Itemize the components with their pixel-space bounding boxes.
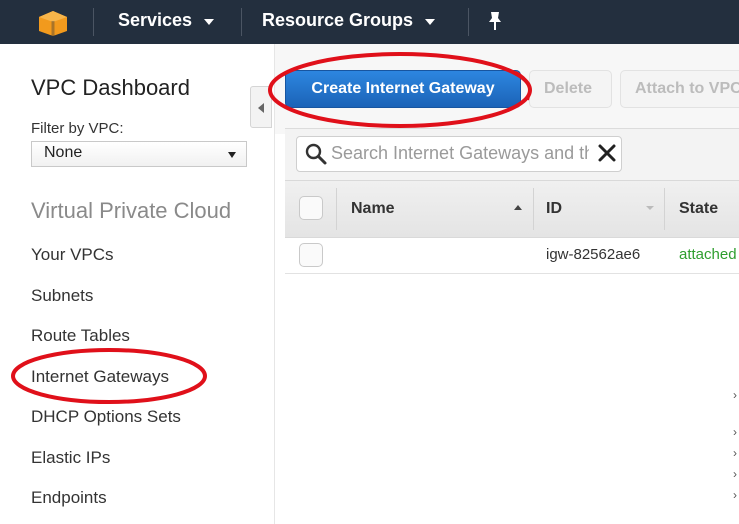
sidebar-item-elastic-ips[interactable]: Elastic IPs: [31, 448, 110, 468]
resource-groups-menu[interactable]: Resource Groups: [262, 10, 436, 31]
nav-divider: [241, 8, 242, 36]
details-pane-edge-glyph: ›: [733, 446, 737, 460]
details-pane-edge-glyph: ›: [733, 425, 737, 439]
column-header-name[interactable]: Name: [351, 200, 395, 218]
filter-by-vpc-select[interactable]: None: [31, 141, 247, 167]
details-pane-edge-glyph: ›: [733, 488, 737, 502]
aws-cube-logo-icon[interactable]: [34, 9, 72, 37]
services-menu[interactable]: Services: [118, 10, 215, 31]
row-id-cell: igw-82562ae6: [546, 246, 641, 263]
column-divider: [664, 188, 665, 230]
search-icon: [305, 143, 327, 165]
details-pane-edge-glyph: ›: [733, 388, 737, 402]
row-state-cell: attached: [679, 246, 737, 263]
select-all-checkbox[interactable]: [299, 196, 323, 220]
sort-ascending-icon[interactable]: [514, 205, 522, 210]
sidebar-item-your-vpcs[interactable]: Your VPCs: [31, 245, 114, 265]
column-header-id[interactable]: ID: [546, 200, 562, 218]
table-row[interactable]: [285, 238, 739, 274]
filter-by-vpc-value: None: [44, 144, 83, 161]
sidebar-title: VPC Dashboard: [31, 75, 190, 100]
column-header-state[interactable]: State: [679, 200, 718, 218]
resource-groups-label: Resource Groups: [262, 10, 414, 30]
services-label: Services: [118, 10, 193, 30]
annotation-circle-internet-gateways: [11, 348, 207, 404]
pin-icon[interactable]: [486, 10, 504, 32]
sidebar-item-dhcp-options-sets[interactable]: DHCP Options Sets: [31, 407, 181, 427]
chevron-down-icon: [204, 18, 215, 25]
sidebar-item-subnets[interactable]: Subnets: [31, 286, 93, 306]
chevron-left-icon: [258, 103, 264, 113]
attach-to-vpc-button[interactable]: Attach to VPC: [620, 70, 739, 108]
column-divider: [533, 188, 534, 230]
column-divider: [336, 188, 337, 230]
nav-divider: [93, 8, 94, 36]
details-pane-edge-glyph: ›: [733, 467, 737, 481]
annotation-circle-create-button: [268, 52, 532, 128]
top-navigation-bar: Services Resource Groups: [0, 0, 739, 44]
sidebar-item-endpoints[interactable]: Endpoints: [31, 488, 107, 508]
chevron-down-icon: [425, 18, 436, 25]
sort-icon[interactable]: [646, 206, 654, 210]
sidebar-section-title: Virtual Private Cloud: [31, 198, 232, 223]
dropdown-arrow-icon: [228, 152, 236, 158]
filter-by-vpc-label: Filter by VPC:: [31, 120, 124, 137]
search-placeholder: Search Internet Gateways and their prope…: [331, 143, 589, 163]
close-icon[interactable]: [595, 141, 619, 165]
sidebar-item-route-tables[interactable]: Route Tables: [31, 326, 130, 346]
row-checkbox[interactable]: [299, 243, 323, 267]
nav-divider: [468, 8, 469, 36]
delete-button[interactable]: Delete: [529, 70, 612, 108]
